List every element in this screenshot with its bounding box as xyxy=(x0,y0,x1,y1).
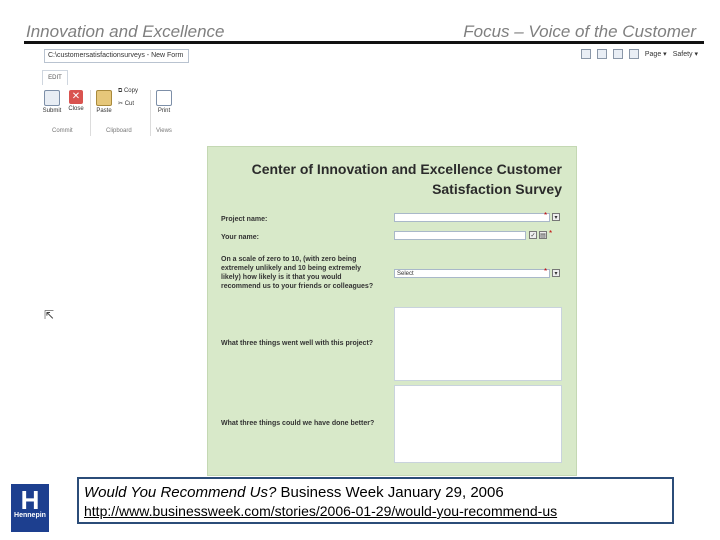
your-name-field[interactable] xyxy=(394,231,526,240)
magnifier-icon xyxy=(156,90,172,106)
paste-label: Paste xyxy=(96,108,112,114)
close-label: Close xyxy=(68,106,84,112)
slide-header-left: Innovation and Excellence xyxy=(26,22,225,41)
close-icon: ✕ xyxy=(69,90,83,104)
safety-menu[interactable]: Safety ▾ xyxy=(673,50,698,58)
close-button[interactable]: ✕ Close xyxy=(64,90,88,112)
cut-label: Cut xyxy=(124,101,135,107)
scissors-icon: ✂ xyxy=(118,101,124,107)
scale-question-line: likely) how likely is it that you would xyxy=(221,274,342,281)
reference-title: Would You Recommend Us? xyxy=(84,484,277,501)
copy-label: Copy xyxy=(123,88,138,94)
required-mark: * xyxy=(544,267,548,276)
home-icon[interactable] xyxy=(580,49,591,59)
copy-icon: ⧉ xyxy=(118,88,123,94)
browser-tools: Page ▾ Safety ▾ xyxy=(580,49,698,59)
submit-label: Submit xyxy=(42,108,62,114)
copy-button[interactable]: ⧉ Copy xyxy=(118,88,148,95)
reference-box: Would You Recommend Us? Business Week Ja… xyxy=(77,477,674,524)
cut-button[interactable]: ✂ Cut xyxy=(118,100,148,107)
reference-link[interactable]: http://www.businessweek.com/stories/2006… xyxy=(84,503,667,519)
group-label-commit: Commit xyxy=(52,128,73,134)
form-title: Center of Innovation and Excellence Cust… xyxy=(232,159,562,199)
mouse-cursor-icon: ⇱ xyxy=(44,308,55,322)
project-name-field[interactable] xyxy=(394,213,550,222)
group-label-clipboard: Clipboard xyxy=(106,128,132,134)
project-dropdown-button[interactable]: ▾ xyxy=(552,213,560,221)
group-separator xyxy=(150,90,151,136)
address-bar[interactable]: C:\customersatisfactionsurveys - New For… xyxy=(44,49,189,63)
group-label-views: Views xyxy=(156,128,172,134)
scale-question-line: On a scale of zero to 10, (with zero bei… xyxy=(221,256,357,263)
your-name-label: Your name: xyxy=(221,234,259,241)
page-menu[interactable]: Page ▾ xyxy=(645,50,667,58)
mail-icon[interactable] xyxy=(612,49,623,59)
required-mark: * xyxy=(549,229,553,238)
scale-select[interactable]: Select xyxy=(394,269,550,278)
logo-letter: H xyxy=(20,485,40,515)
scale-dropdown-button[interactable]: ▾ xyxy=(552,269,560,277)
reference-source: Business Week January 29, 2006 xyxy=(280,484,504,501)
ribbon: EDIT Submit ✕ Close Paste ⧉ Copy ✂ Cut P… xyxy=(40,66,180,138)
slide-header-right: Focus – Voice of the Customer xyxy=(463,22,696,41)
reference-citation: Would You Recommend Us? Business Week Ja… xyxy=(84,484,667,501)
scale-question-line: recommend us to your friends or colleagu… xyxy=(221,283,374,290)
check-names-icon[interactable]: ✓ xyxy=(529,231,537,239)
done-better-label: What three things could we have done bet… xyxy=(221,420,375,427)
done-better-textarea[interactable] xyxy=(394,385,562,463)
scale-question-label: On a scale of zero to 10, (with zero bei… xyxy=(221,255,373,291)
hennepin-logo: H Hennepin xyxy=(11,484,49,532)
paste-button[interactable]: Paste xyxy=(92,90,116,114)
group-separator xyxy=(90,90,91,136)
submit-icon xyxy=(44,90,60,106)
went-well-textarea[interactable] xyxy=(394,307,562,381)
feed-icon[interactable] xyxy=(596,49,607,59)
form-title-line2: Satisfaction Survey xyxy=(432,181,562,197)
required-mark: * xyxy=(544,211,548,220)
print-icon[interactable] xyxy=(628,49,639,59)
form-title-line1: Center of Innovation and Excellence Cust… xyxy=(251,161,562,177)
survey-form: Center of Innovation and Excellence Cust… xyxy=(207,146,577,476)
project-name-label: Project name: xyxy=(221,216,268,223)
tab-edit[interactable]: EDIT xyxy=(42,70,68,85)
print-label: Print xyxy=(157,108,171,114)
address-book-icon[interactable]: ▤ xyxy=(539,231,547,239)
print-button[interactable]: Print xyxy=(152,90,176,114)
went-well-label: What three things went well with this pr… xyxy=(221,340,374,347)
scale-question-line: extremely unlikely and 10 being extremel… xyxy=(221,265,362,272)
logo-name: Hennepin xyxy=(14,512,46,519)
paste-icon xyxy=(96,90,112,106)
submit-button[interactable]: Submit xyxy=(40,90,64,114)
